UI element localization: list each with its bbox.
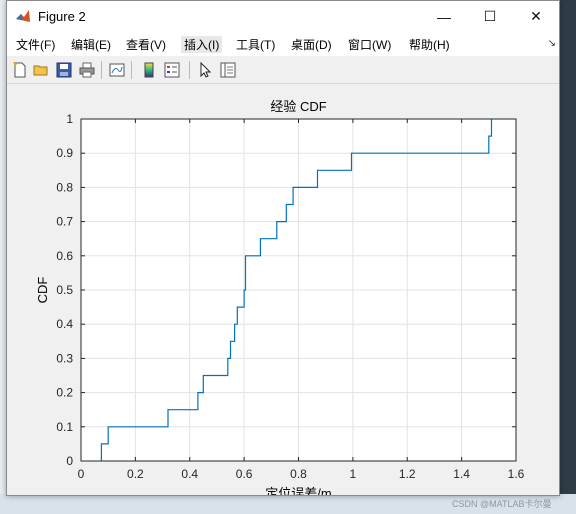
menu-insert[interactable]: 插入(I) bbox=[181, 36, 223, 53]
y-tick-label: 0.5 bbox=[56, 283, 73, 297]
title-bar[interactable]: Figure 2 — ☐ ✕ bbox=[7, 1, 559, 32]
menu-file[interactable]: 文件(F) bbox=[16, 36, 55, 53]
y-tick-label: 0.4 bbox=[56, 317, 73, 331]
open-icon[interactable] bbox=[32, 61, 50, 79]
matlab-logo-icon bbox=[15, 8, 31, 24]
minimize-button[interactable]: — bbox=[421, 1, 467, 32]
x-tick-label: 0.4 bbox=[181, 467, 198, 481]
menu-desktop[interactable]: 桌面(D) bbox=[291, 36, 332, 53]
y-tick-label: 0.7 bbox=[56, 215, 73, 229]
menu-edit[interactable]: 编辑(E) bbox=[71, 36, 111, 53]
menu-view[interactable]: 查看(V) bbox=[126, 36, 166, 53]
x-axis-label: 定位误差/m bbox=[265, 486, 331, 495]
y-tick-label: 1 bbox=[66, 112, 73, 126]
y-tick-label: 0.1 bbox=[56, 420, 73, 434]
x-tick-label: 1.4 bbox=[453, 467, 470, 481]
y-axis-label: CDF bbox=[35, 277, 50, 304]
toolbar-separator bbox=[101, 61, 102, 79]
window-title: Figure 2 bbox=[38, 9, 86, 24]
y-tick-label: 0.3 bbox=[56, 351, 73, 365]
desktop-background-right bbox=[558, 0, 576, 514]
x-tick-label: 0 bbox=[78, 467, 85, 481]
y-tick-label: 0 bbox=[66, 454, 73, 468]
figure-window: Figure 2 — ☐ ✕ 文件(F) 编辑(E) 查看(V) 插入(I) 工… bbox=[6, 0, 560, 501]
toolbar-separator bbox=[189, 61, 190, 79]
y-tick-label: 0.6 bbox=[56, 249, 73, 263]
menu-window[interactable]: 窗口(W) bbox=[348, 36, 391, 53]
x-tick-label: 0.2 bbox=[127, 467, 144, 481]
maximize-button[interactable]: ☐ bbox=[467, 1, 513, 32]
insert-colorbar-icon[interactable] bbox=[140, 61, 158, 79]
menu-help[interactable]: 帮助(H) bbox=[409, 36, 450, 53]
y-tick-label: 0.2 bbox=[56, 386, 73, 400]
chart-title: 经验 CDF bbox=[270, 99, 326, 114]
menu-bar: 文件(F) 编辑(E) 查看(V) 插入(I) 工具(T) 桌面(D) 窗口(W… bbox=[7, 32, 559, 56]
property-inspector-icon[interactable] bbox=[219, 61, 237, 79]
pointer-icon[interactable] bbox=[196, 61, 214, 79]
x-tick-label: 1.2 bbox=[399, 467, 416, 481]
figure-toolbar bbox=[7, 56, 559, 84]
x-tick-label: 1.6 bbox=[508, 467, 525, 481]
figure-canvas: 0 0.2 0.4 0.6 0.8 1 1.2 1.4 1.6 0 0.1 0.2 0.3 0.4 0.5 0… bbox=[7, 84, 559, 501]
x-tick-label: 1 bbox=[350, 467, 357, 481]
link-plot-icon[interactable] bbox=[108, 61, 126, 79]
menu-overflow-icon[interactable]: ↘ bbox=[548, 38, 556, 49]
x-tick-label: 0.6 bbox=[236, 467, 253, 481]
x-tick-label: 0.8 bbox=[290, 467, 307, 481]
y-tick-label: 0.9 bbox=[56, 146, 73, 160]
minimize-icon: — bbox=[437, 8, 451, 25]
save-icon[interactable] bbox=[55, 61, 73, 79]
y-tick-label: 0.8 bbox=[56, 180, 73, 194]
toolbar-separator bbox=[131, 61, 132, 79]
maximize-icon: ☐ bbox=[483, 8, 497, 24]
print-icon[interactable] bbox=[78, 61, 96, 79]
csdn-watermark: CSDN @MATLAB卡尔曼 bbox=[452, 499, 552, 509]
insert-legend-icon[interactable] bbox=[163, 61, 181, 79]
close-button[interactable]: ✕ bbox=[513, 1, 559, 32]
new-figure-icon[interactable] bbox=[11, 61, 29, 79]
cdf-chart: 0 0.2 0.4 0.6 0.8 1 1.2 1.4 1.6 0 0.1 0.2 0.3 0.4 0.5 0… bbox=[35, 99, 525, 501]
close-icon: ✕ bbox=[530, 8, 542, 24]
menu-tools[interactable]: 工具(T) bbox=[236, 36, 275, 53]
